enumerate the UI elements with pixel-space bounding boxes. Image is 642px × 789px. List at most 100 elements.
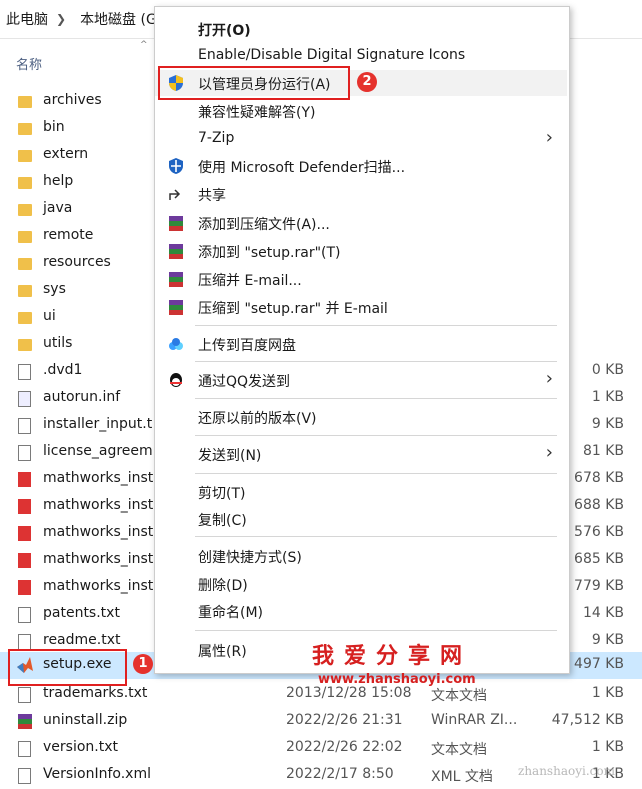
context-menu-item[interactable]: 重命名(M) <box>155 598 567 624</box>
folder-icon <box>18 285 32 297</box>
folder-icon <box>18 177 32 189</box>
folder-icon <box>18 231 32 243</box>
menu-separator <box>195 473 557 474</box>
context-menu-item[interactable]: 兼容性疑难解答(Y) <box>155 98 567 124</box>
context-menu-item-label: 复制(C) <box>198 513 247 529</box>
file-date: 2022/2/26 21:31 <box>286 712 403 728</box>
menu-separator <box>195 435 557 436</box>
context-menu-item-label: 上传到百度网盘 <box>198 338 296 354</box>
folder-icon <box>18 150 32 162</box>
winrar-icon <box>167 242 185 260</box>
context-menu-item-label: 还原以前的版本(V) <box>198 411 317 427</box>
file-type: WinRAR ZI... <box>431 712 518 728</box>
submenu-arrow-icon: › <box>545 127 553 148</box>
defender-icon <box>167 157 185 175</box>
file-name: ui <box>43 308 56 324</box>
winrar-icon <box>167 270 185 288</box>
context-menu-item[interactable]: 压缩到 "setup.rar" 并 E-mail <box>155 294 567 320</box>
context-menu-item[interactable]: 上传到百度网盘 <box>155 331 567 357</box>
folder-icon <box>18 123 32 135</box>
context-menu-item[interactable]: 剪切(T) <box>155 479 567 505</box>
menu-separator <box>195 325 557 326</box>
annotation-box-run-as-admin <box>158 66 350 100</box>
file-row[interactable]: uninstall.zip 2022/2/26 21:31 WinRAR ZI...… <box>0 708 642 735</box>
file-name: version.txt <box>43 739 118 755</box>
pdf-icon <box>18 526 31 541</box>
file-name: autorun.inf <box>43 389 121 405</box>
doc-icon <box>18 418 31 434</box>
context-menu-item-label: 删除(D) <box>198 578 248 594</box>
file-name: VersionInfo.xml <box>43 766 151 782</box>
context-menu-item[interactable]: 使用 Microsoft Defender扫描... <box>155 153 567 179</box>
menu-separator <box>195 536 557 537</box>
submenu-arrow-icon: › <box>545 368 553 389</box>
context-menu-item-label: 属性(R) <box>198 644 247 660</box>
context-menu-item-label: 压缩并 E-mail... <box>198 273 302 289</box>
context-menu-item[interactable]: 压缩并 E-mail... <box>155 266 567 292</box>
annotation-box-setup-exe <box>8 649 127 686</box>
pdf-icon <box>18 499 31 514</box>
gear-icon <box>18 391 31 407</box>
file-name: mathworks_inst <box>43 497 154 513</box>
doc-icon <box>18 445 31 461</box>
file-name: mathworks_inst <box>43 551 154 567</box>
file-size: 9 KB <box>591 416 624 432</box>
file-row[interactable]: version.txt 2022/2/26 22:02 文本文档 1 KB <box>0 735 642 762</box>
context-menu-item[interactable]: 发送到(N) › <box>155 441 567 467</box>
file-size: 47,512 KB <box>551 712 624 728</box>
file-name: help <box>43 173 74 189</box>
context-menu-item[interactable]: 共享 <box>155 181 567 207</box>
file-name: .dvd1 <box>43 362 83 378</box>
file-type: 文本文档 <box>431 688 487 704</box>
file-name: utils <box>43 335 73 351</box>
context-menu-item-label: 7-Zip <box>198 130 235 146</box>
file-name: bin <box>43 119 65 135</box>
file-name: license_agreem <box>43 443 153 459</box>
context-menu-item-label: 添加到 "setup.rar"(T) <box>198 245 341 261</box>
file-name: readme.txt <box>43 632 121 648</box>
folder-icon <box>18 312 32 324</box>
context-menu-item[interactable]: 添加到压缩文件(A)... <box>155 210 567 236</box>
context-menu-item-label: Enable/Disable Digital Signature Icons <box>198 47 466 63</box>
context-menu-item[interactable]: 7-Zip › <box>155 126 567 152</box>
context-menu-item-label: 共享 <box>198 188 226 204</box>
file-name: archives <box>43 92 102 108</box>
file-name: resources <box>43 254 111 270</box>
context-menu-item-label: 发送到(N) <box>198 448 262 464</box>
pdf-icon <box>18 580 31 595</box>
file-size: 1 KB <box>591 389 624 405</box>
file-size: 678 KB <box>574 470 624 486</box>
doc-icon <box>18 364 31 380</box>
file-date: 2013/12/28 15:08 <box>286 685 412 701</box>
file-name: remote <box>43 227 94 243</box>
winrar-icon <box>167 298 185 316</box>
file-name: trademarks.txt <box>43 685 148 701</box>
file-size: 14 KB <box>582 605 624 621</box>
context-menu-item[interactable]: 通过QQ发送到 › <box>155 367 567 393</box>
context-menu-item-label: 使用 Microsoft Defender扫描... <box>198 160 406 176</box>
breadcrumb-this-pc[interactable]: 此电脑 <box>6 9 48 29</box>
menu-separator <box>195 398 557 399</box>
file-date: 2022/2/26 22:02 <box>286 739 403 755</box>
column-header-name[interactable]: 名称 <box>16 54 42 73</box>
context-menu-item[interactable]: 添加到 "setup.rar"(T) <box>155 238 567 264</box>
context-menu-item[interactable]: 创建快捷方式(S) <box>155 543 567 569</box>
context-menu-item[interactable]: 打开(O) <box>155 16 567 42</box>
doc-icon <box>18 634 31 650</box>
file-size: 685 KB <box>574 551 624 567</box>
doc-icon <box>18 607 31 623</box>
context-menu-item[interactable]: 复制(C) <box>155 506 567 532</box>
context-menu-item[interactable]: 删除(D) <box>155 571 567 597</box>
file-size: 688 KB <box>574 497 624 513</box>
share-icon <box>167 185 185 203</box>
doc-icon <box>18 741 31 757</box>
context-menu-item-label: 压缩到 "setup.rar" 并 E-mail <box>198 301 388 317</box>
annotation-badge-2: 2 <box>357 72 377 92</box>
watermark-title: 我爱分享网 <box>312 644 473 669</box>
context-menu-item[interactable]: 还原以前的版本(V) <box>155 404 567 430</box>
context-menu-item-label: 剪切(T) <box>198 486 246 502</box>
menu-separator <box>195 361 557 362</box>
qq-icon <box>167 371 185 389</box>
file-size: 81 KB <box>582 443 624 459</box>
file-name: uninstall.zip <box>43 712 128 728</box>
